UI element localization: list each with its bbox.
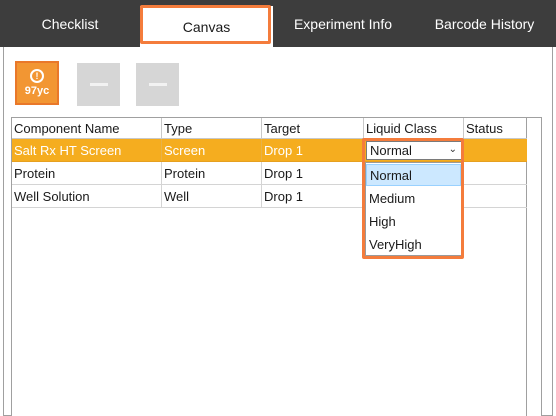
dropdown-option-high[interactable]: High	[366, 210, 461, 232]
column-header-component-name[interactable]: Component Name	[12, 118, 162, 139]
cell-component-name: Well Solution	[12, 185, 162, 207]
disabled-tool-button-2[interactable]	[136, 63, 179, 106]
cell-status	[464, 185, 527, 207]
cell-status	[464, 139, 527, 161]
grid-header: Component Name Type Target Liquid Class …	[12, 118, 527, 139]
minus-icon	[148, 83, 167, 86]
cell-type: Screen	[162, 139, 262, 161]
cell-component-name: Protein	[12, 162, 162, 184]
exclamation-circle-icon: !	[30, 69, 44, 83]
plate-type-button[interactable]: ! 97yc	[15, 61, 59, 105]
cell-target: Drop 1	[262, 139, 364, 161]
dropdown-option-veryhigh[interactable]: VeryHigh	[366, 233, 461, 255]
tab-bar: Checklist Canvas Experiment Info Barcode…	[0, 0, 556, 47]
plate-type-label: 97yc	[24, 85, 50, 97]
app-window: Checklist Canvas Experiment Info Barcode…	[0, 0, 556, 416]
cell-type: Protein	[162, 162, 262, 184]
column-header-liquid-class[interactable]: Liquid Class	[364, 118, 464, 139]
tab-experiment-info[interactable]: Experiment Info	[273, 0, 413, 47]
cell-status	[464, 162, 527, 184]
tab-checklist[interactable]: Checklist	[0, 0, 140, 47]
minus-icon	[89, 83, 108, 86]
dropdown-option-normal[interactable]: Normal	[366, 164, 461, 186]
tab-barcode-history[interactable]: Barcode History	[413, 0, 556, 47]
cell-target: Drop 1	[262, 185, 364, 207]
column-header-target[interactable]: Target	[262, 118, 364, 139]
liquid-class-selected-value: Normal	[370, 143, 412, 158]
cell-component-name: Salt Rx HT Screen	[12, 139, 162, 161]
column-header-type[interactable]: Type	[162, 118, 262, 139]
chevron-down-icon[interactable]: ⌄	[449, 144, 457, 155]
cell-type: Well	[162, 185, 262, 207]
liquid-class-dropdown-list: Normal Medium High VeryHigh	[365, 162, 462, 256]
tab-canvas[interactable]: Canvas	[140, 6, 273, 47]
grid-vertical-scrollbar[interactable]	[527, 117, 542, 416]
dropdown-option-medium[interactable]: Medium	[366, 187, 461, 209]
cell-target: Drop 1	[262, 162, 364, 184]
liquid-class-combobox[interactable]: Normal ⌄	[366, 141, 462, 160]
disabled-tool-button-1[interactable]	[77, 63, 120, 106]
column-header-status[interactable]: Status	[464, 118, 527, 139]
